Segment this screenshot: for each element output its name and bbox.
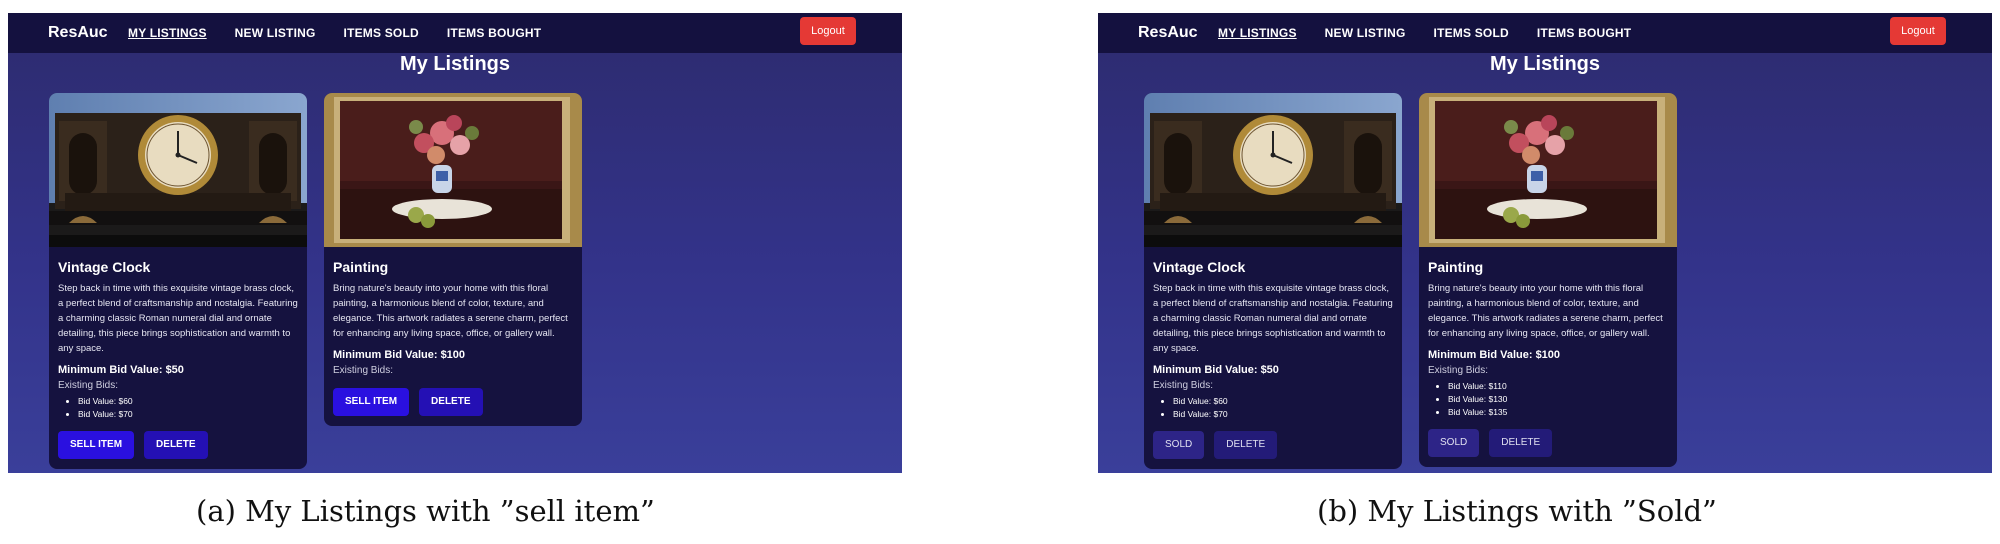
card-actions: SELL ITEM DELETE xyxy=(333,380,573,426)
sold-button[interactable]: SOLD xyxy=(1153,431,1205,459)
existing-bids-label: Existing Bids: xyxy=(333,365,394,376)
card-title: Vintage Clock xyxy=(58,259,151,275)
card-actions: SOLD DELETE xyxy=(1428,423,1668,467)
nav-new-listing[interactable]: NEW LISTING xyxy=(235,26,316,40)
logout-button[interactable]: Logout xyxy=(1890,17,1946,45)
brand-logo[interactable]: ResAuc xyxy=(48,13,108,53)
card-actions: SELL ITEM DELETE xyxy=(58,425,298,469)
bid-list: Bid Value: $60 Bid Value: $70 xyxy=(58,395,298,421)
min-bid-value: Minimum Bid Value: $100 xyxy=(1428,349,1561,361)
bid-item: Bid Value: $130 xyxy=(1448,393,1668,406)
existing-bids-label: Existing Bids: xyxy=(1428,365,1489,376)
min-bid-value: Minimum Bid Value: $100 xyxy=(333,349,466,361)
card-body: Vintage Clock Step back in time with thi… xyxy=(1144,247,1402,469)
nav-links: MY LISTINGS NEW LISTING ITEMS SOLD ITEMS… xyxy=(1218,13,1659,53)
card-description: Bring nature's beauty into your home wit… xyxy=(333,283,568,339)
listing-card-clock: Vintage Clock Step back in time with thi… xyxy=(1144,93,1402,469)
nav-my-listings[interactable]: MY LISTINGS xyxy=(1218,26,1297,40)
bid-item: Bid Value: $135 xyxy=(1448,406,1668,419)
painting-image xyxy=(324,93,582,247)
nav-links: MY LISTINGS NEW LISTING ITEMS SOLD ITEMS… xyxy=(128,13,569,53)
nav-items-bought[interactable]: ITEMS BOUGHT xyxy=(1537,26,1631,40)
delete-button[interactable]: DELETE xyxy=(144,431,208,459)
card-body: Painting Bring nature's beauty into your… xyxy=(324,247,582,426)
nav-items-sold[interactable]: ITEMS SOLD xyxy=(344,26,419,40)
logout-button[interactable]: Logout xyxy=(800,17,856,45)
bid-item: Bid Value: $70 xyxy=(1173,408,1393,421)
brand-logo[interactable]: ResAuc xyxy=(1138,13,1198,53)
nav-items-sold[interactable]: ITEMS SOLD xyxy=(1434,26,1509,40)
screenshot-panel-a: ResAuc MY LISTINGS NEW LISTING ITEMS SOL… xyxy=(8,13,902,473)
nav-new-listing[interactable]: NEW LISTING xyxy=(1325,26,1406,40)
nav-items-bought[interactable]: ITEMS BOUGHT xyxy=(447,26,541,40)
min-bid-value: Minimum Bid Value: $50 xyxy=(58,364,184,376)
existing-bids-label: Existing Bids: xyxy=(58,380,119,391)
screenshot-panel-b: ResAuc MY LISTINGS NEW LISTING ITEMS SOL… xyxy=(1098,13,1992,473)
nav-my-listings[interactable]: MY LISTINGS xyxy=(128,26,207,40)
card-description: Step back in time with this exquisite vi… xyxy=(1153,283,1393,354)
card-description: Bring nature's beauty into your home wit… xyxy=(1428,283,1663,339)
delete-button[interactable]: DELETE xyxy=(419,388,483,416)
card-title: Vintage Clock xyxy=(1153,259,1246,275)
listing-card-clock: Vintage Clock Step back in time with thi… xyxy=(49,93,307,469)
caption-b: (b) My Listings with ”Sold” xyxy=(1317,494,1717,528)
navbar: ResAuc MY LISTINGS NEW LISTING ITEMS SOL… xyxy=(8,13,902,53)
listing-card-painting: Painting Bring nature's beauty into your… xyxy=(1419,93,1677,467)
bid-item: Bid Value: $60 xyxy=(78,395,298,408)
painting-image xyxy=(1419,93,1677,247)
clock-image xyxy=(1144,93,1402,247)
existing-bids-label: Existing Bids: xyxy=(1153,380,1214,391)
delete-button[interactable]: DELETE xyxy=(1489,429,1553,457)
card-body: Vintage Clock Step back in time with thi… xyxy=(49,247,307,469)
bid-item: Bid Value: $70 xyxy=(78,408,298,421)
bid-list: Bid Value: $60 Bid Value: $70 xyxy=(1153,395,1393,421)
clock-image xyxy=(49,93,307,247)
bid-item: Bid Value: $110 xyxy=(1448,380,1668,393)
listing-card-painting: Painting Bring nature's beauty into your… xyxy=(324,93,582,426)
card-body: Painting Bring nature's beauty into your… xyxy=(1419,247,1677,467)
sell-item-button[interactable]: SELL ITEM xyxy=(58,431,135,459)
card-title: Painting xyxy=(333,259,389,275)
delete-button[interactable]: DELETE xyxy=(1214,431,1278,459)
page-title: My Listings xyxy=(1489,53,1600,75)
sold-button[interactable]: SOLD xyxy=(1428,429,1480,457)
card-title: Painting xyxy=(1428,259,1484,275)
navbar: ResAuc MY LISTINGS NEW LISTING ITEMS SOL… xyxy=(1098,13,1992,53)
bid-list: Bid Value: $110 Bid Value: $130 Bid Valu… xyxy=(1428,380,1668,419)
card-description: Step back in time with this exquisite vi… xyxy=(58,283,298,354)
min-bid-value: Minimum Bid Value: $50 xyxy=(1153,364,1279,376)
sell-item-button[interactable]: SELL ITEM xyxy=(333,388,410,416)
caption-a: (a) My Listings with ”sell item” xyxy=(196,494,655,528)
page-title: My Listings xyxy=(399,53,510,75)
card-actions: SOLD DELETE xyxy=(1153,425,1393,469)
bid-item: Bid Value: $60 xyxy=(1173,395,1393,408)
